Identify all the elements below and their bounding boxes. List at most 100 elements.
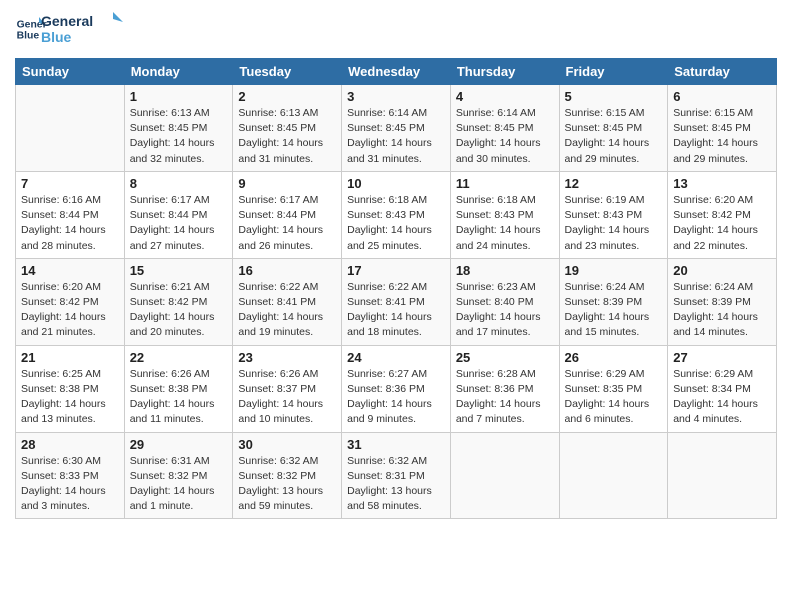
sunrise-label: Sunrise: 6:30 AM	[21, 455, 101, 467]
sunrise-label: Sunrise: 6:18 AM	[347, 194, 427, 206]
daylight-label: Daylight: 14 hours and 17 minutes.	[456, 311, 541, 338]
daylight-label: Daylight: 14 hours and 29 minutes.	[565, 137, 650, 164]
day-info: Sunrise: 6:26 AM Sunset: 8:38 PM Dayligh…	[130, 367, 228, 428]
daylight-label: Daylight: 14 hours and 4 minutes.	[673, 398, 758, 425]
sunset-label: Sunset: 8:45 PM	[238, 122, 316, 134]
day-number: 7	[21, 176, 119, 191]
daylight-label: Daylight: 13 hours and 59 minutes.	[238, 485, 323, 512]
daylight-label: Daylight: 14 hours and 13 minutes.	[21, 398, 106, 425]
daylight-label: Daylight: 14 hours and 25 minutes.	[347, 224, 432, 251]
day-number: 12	[565, 176, 663, 191]
svg-text:Blue: Blue	[41, 29, 72, 45]
calendar-cell: 22 Sunrise: 6:26 AM Sunset: 8:38 PM Dayl…	[124, 345, 233, 432]
sunrise-label: Sunrise: 6:24 AM	[673, 281, 753, 293]
calendar-cell: 29 Sunrise: 6:31 AM Sunset: 8:32 PM Dayl…	[124, 432, 233, 519]
col-header-saturday: Saturday	[668, 59, 777, 85]
day-number: 4	[456, 89, 554, 104]
day-info: Sunrise: 6:23 AM Sunset: 8:40 PM Dayligh…	[456, 280, 554, 341]
calendar-cell: 24 Sunrise: 6:27 AM Sunset: 8:36 PM Dayl…	[342, 345, 451, 432]
calendar-cell: 15 Sunrise: 6:21 AM Sunset: 8:42 PM Dayl…	[124, 258, 233, 345]
sunrise-label: Sunrise: 6:28 AM	[456, 368, 536, 380]
day-number: 16	[238, 263, 336, 278]
calendar-cell: 18 Sunrise: 6:23 AM Sunset: 8:40 PM Dayl…	[450, 258, 559, 345]
sunrise-label: Sunrise: 6:15 AM	[673, 107, 753, 119]
calendar-cell: 4 Sunrise: 6:14 AM Sunset: 8:45 PM Dayli…	[450, 85, 559, 172]
daylight-label: Daylight: 14 hours and 11 minutes.	[130, 398, 215, 425]
day-number: 28	[21, 437, 119, 452]
sunset-label: Sunset: 8:38 PM	[21, 383, 99, 395]
calendar-cell: 14 Sunrise: 6:20 AM Sunset: 8:42 PM Dayl…	[16, 258, 125, 345]
sunset-label: Sunset: 8:33 PM	[21, 470, 99, 482]
calendar-cell	[450, 432, 559, 519]
sunset-label: Sunset: 8:43 PM	[347, 209, 425, 221]
sunset-label: Sunset: 8:37 PM	[238, 383, 316, 395]
sunrise-label: Sunrise: 6:17 AM	[238, 194, 318, 206]
calendar-cell: 28 Sunrise: 6:30 AM Sunset: 8:33 PM Dayl…	[16, 432, 125, 519]
day-number: 3	[347, 89, 445, 104]
day-number: 13	[673, 176, 771, 191]
sunrise-label: Sunrise: 6:22 AM	[238, 281, 318, 293]
calendar-cell: 26 Sunrise: 6:29 AM Sunset: 8:35 PM Dayl…	[559, 345, 668, 432]
day-info: Sunrise: 6:28 AM Sunset: 8:36 PM Dayligh…	[456, 367, 554, 428]
calendar-cell: 31 Sunrise: 6:32 AM Sunset: 8:31 PM Dayl…	[342, 432, 451, 519]
calendar-cell: 6 Sunrise: 6:15 AM Sunset: 8:45 PM Dayli…	[668, 85, 777, 172]
day-info: Sunrise: 6:30 AM Sunset: 8:33 PM Dayligh…	[21, 454, 119, 515]
day-number: 19	[565, 263, 663, 278]
sunset-label: Sunset: 8:44 PM	[130, 209, 208, 221]
daylight-label: Daylight: 14 hours and 3 minutes.	[21, 485, 106, 512]
day-info: Sunrise: 6:15 AM Sunset: 8:45 PM Dayligh…	[565, 106, 663, 167]
logo: General Blue General Blue	[15, 10, 131, 48]
svg-text:General: General	[41, 13, 93, 29]
col-header-monday: Monday	[124, 59, 233, 85]
sunrise-label: Sunrise: 6:15 AM	[565, 107, 645, 119]
sunset-label: Sunset: 8:44 PM	[21, 209, 99, 221]
day-number: 31	[347, 437, 445, 452]
sunset-label: Sunset: 8:41 PM	[238, 296, 316, 308]
day-number: 21	[21, 350, 119, 365]
day-number: 5	[565, 89, 663, 104]
sunset-label: Sunset: 8:34 PM	[673, 383, 751, 395]
sunset-label: Sunset: 8:35 PM	[565, 383, 643, 395]
sunset-label: Sunset: 8:39 PM	[673, 296, 751, 308]
day-info: Sunrise: 6:32 AM Sunset: 8:32 PM Dayligh…	[238, 454, 336, 515]
calendar-cell: 3 Sunrise: 6:14 AM Sunset: 8:45 PM Dayli…	[342, 85, 451, 172]
calendar-cell: 19 Sunrise: 6:24 AM Sunset: 8:39 PM Dayl…	[559, 258, 668, 345]
day-info: Sunrise: 6:24 AM Sunset: 8:39 PM Dayligh…	[565, 280, 663, 341]
day-info: Sunrise: 6:13 AM Sunset: 8:45 PM Dayligh…	[130, 106, 228, 167]
sunset-label: Sunset: 8:39 PM	[565, 296, 643, 308]
sunset-label: Sunset: 8:45 PM	[673, 122, 751, 134]
daylight-label: Daylight: 14 hours and 30 minutes.	[456, 137, 541, 164]
day-info: Sunrise: 6:14 AM Sunset: 8:45 PM Dayligh…	[347, 106, 445, 167]
col-header-thursday: Thursday	[450, 59, 559, 85]
daylight-label: Daylight: 14 hours and 22 minutes.	[673, 224, 758, 251]
day-info: Sunrise: 6:16 AM Sunset: 8:44 PM Dayligh…	[21, 193, 119, 254]
sunrise-label: Sunrise: 6:32 AM	[347, 455, 427, 467]
week-row-1: 1 Sunrise: 6:13 AM Sunset: 8:45 PM Dayli…	[16, 85, 777, 172]
sunset-label: Sunset: 8:32 PM	[238, 470, 316, 482]
sunset-label: Sunset: 8:44 PM	[238, 209, 316, 221]
sunrise-label: Sunrise: 6:21 AM	[130, 281, 210, 293]
sunrise-label: Sunrise: 6:27 AM	[347, 368, 427, 380]
sunrise-label: Sunrise: 6:29 AM	[565, 368, 645, 380]
sunrise-label: Sunrise: 6:14 AM	[456, 107, 536, 119]
col-header-tuesday: Tuesday	[233, 59, 342, 85]
day-info: Sunrise: 6:29 AM Sunset: 8:35 PM Dayligh…	[565, 367, 663, 428]
day-info: Sunrise: 6:29 AM Sunset: 8:34 PM Dayligh…	[673, 367, 771, 428]
calendar-cell: 16 Sunrise: 6:22 AM Sunset: 8:41 PM Dayl…	[233, 258, 342, 345]
sunrise-label: Sunrise: 6:17 AM	[130, 194, 210, 206]
daylight-label: Daylight: 14 hours and 1 minute.	[130, 485, 215, 512]
day-info: Sunrise: 6:18 AM Sunset: 8:43 PM Dayligh…	[347, 193, 445, 254]
daylight-label: Daylight: 14 hours and 7 minutes.	[456, 398, 541, 425]
day-info: Sunrise: 6:24 AM Sunset: 8:39 PM Dayligh…	[673, 280, 771, 341]
sunrise-label: Sunrise: 6:29 AM	[673, 368, 753, 380]
day-number: 24	[347, 350, 445, 365]
sunrise-label: Sunrise: 6:13 AM	[130, 107, 210, 119]
calendar-cell: 17 Sunrise: 6:22 AM Sunset: 8:41 PM Dayl…	[342, 258, 451, 345]
sunrise-label: Sunrise: 6:20 AM	[21, 281, 101, 293]
daylight-label: Daylight: 14 hours and 28 minutes.	[21, 224, 106, 251]
sunrise-label: Sunrise: 6:26 AM	[130, 368, 210, 380]
day-info: Sunrise: 6:19 AM Sunset: 8:43 PM Dayligh…	[565, 193, 663, 254]
day-info: Sunrise: 6:17 AM Sunset: 8:44 PM Dayligh…	[130, 193, 228, 254]
sunrise-label: Sunrise: 6:19 AM	[565, 194, 645, 206]
calendar-cell: 2 Sunrise: 6:13 AM Sunset: 8:45 PM Dayli…	[233, 85, 342, 172]
